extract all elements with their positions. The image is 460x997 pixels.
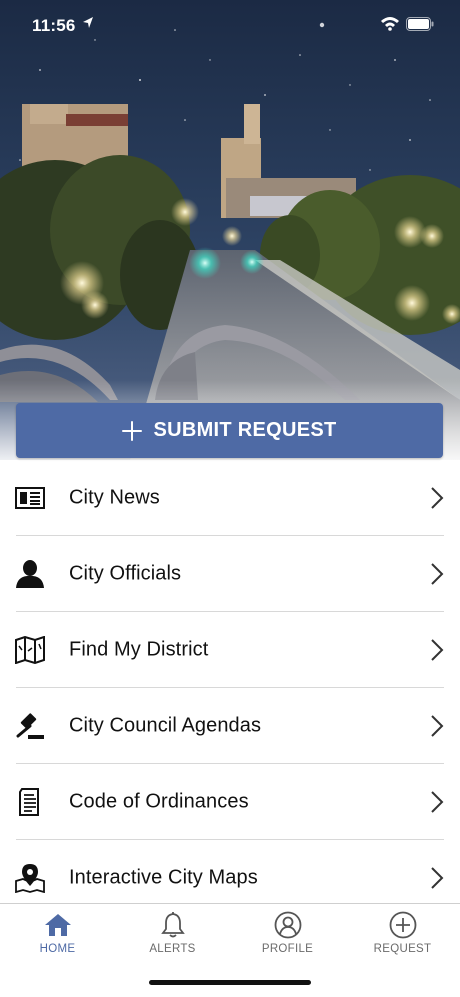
menu-item-find-my-district[interactable]: Find My District [0,612,460,688]
folded-map-icon [14,634,46,666]
menu-item-label: City Council Agendas [69,714,262,737]
chevron-right-icon [431,791,444,813]
home-icon [44,911,72,939]
menu-item-label: City Officials [69,562,182,585]
chevron-right-icon [431,639,444,661]
location-arrow-icon [82,15,94,35]
menu-item-city-officials[interactable]: City Officials [0,536,460,612]
status-bar: 11:56 [0,0,460,50]
battery-icon [406,16,434,36]
menu-item-city-news[interactable]: City News [0,460,460,536]
tab-label: HOME [39,943,76,955]
add-circle-icon [389,911,417,939]
tab-label: PROFILE [261,943,314,955]
wifi-icon [380,15,400,36]
tab-home[interactable]: HOME [0,904,115,974]
chevron-right-icon [431,715,444,737]
menu-item-label: Code of Ordinances [69,790,249,813]
tab-label: ALERTS [149,943,196,955]
city-night-photo [0,0,460,460]
person-icon [14,558,46,590]
menu-item-label: City News [69,486,160,509]
submit-request-button[interactable]: SUBMIT REQUEST [16,403,443,458]
plus-icon [122,420,143,441]
chevron-right-icon [431,563,444,585]
map-pin-icon [14,862,46,894]
menu-item-city-council-agendas[interactable]: City Council Agendas [0,688,460,764]
chevron-right-icon [431,487,444,509]
menu-list: City News City Officials Find My Distric… [0,460,460,916]
home-indicator[interactable] [149,980,311,985]
profile-icon [274,911,302,939]
newspaper-icon [14,482,46,514]
menu-item-label: Find My District [69,638,209,661]
document-icon [14,786,46,818]
bell-icon [160,911,185,939]
status-time: 11:56 [32,16,76,35]
gavel-icon [14,710,46,742]
tab-alerts[interactable]: ALERTS [115,904,230,974]
chevron-right-icon [431,867,444,889]
submit-request-label: SUBMIT REQUEST [153,419,337,441]
tab-profile[interactable]: PROFILE [230,904,345,974]
hero-image [0,0,460,460]
menu-item-label: Interactive City Maps [69,866,258,889]
menu-item-code-of-ordinances[interactable]: Code of Ordinances [0,764,460,840]
tab-label: REQUEST [373,943,432,955]
tab-request[interactable]: REQUEST [345,904,460,974]
